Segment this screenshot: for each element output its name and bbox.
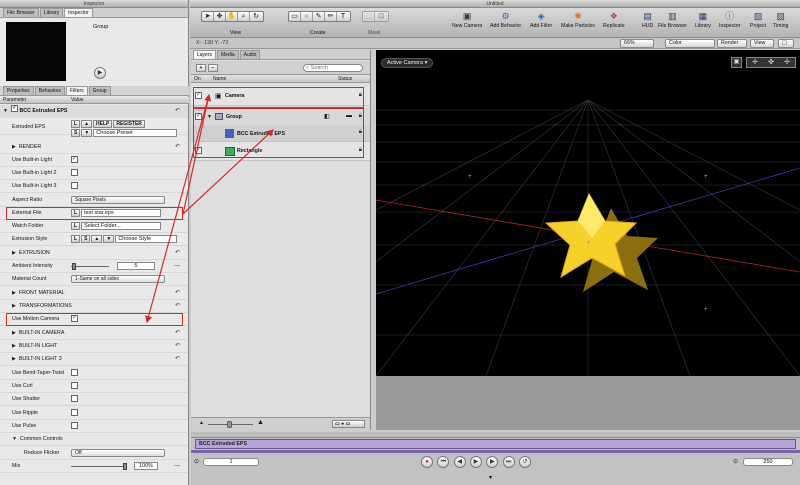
annotation-arrows <box>145 93 274 324</box>
